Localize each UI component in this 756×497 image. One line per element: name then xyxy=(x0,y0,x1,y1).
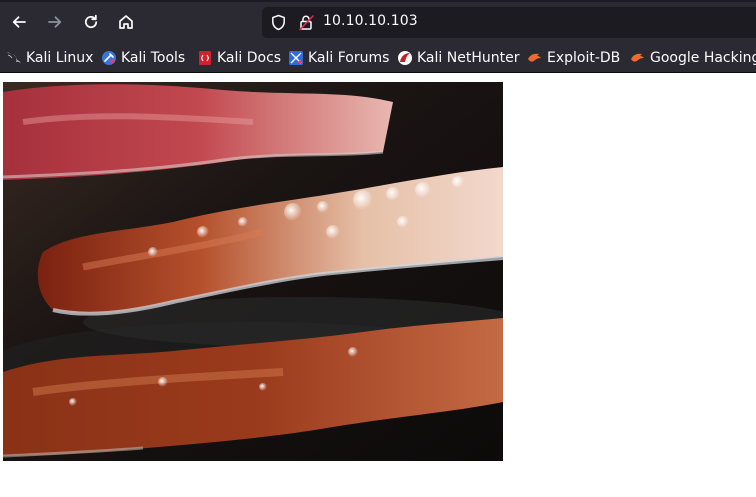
bookmark-label: Kali Forums xyxy=(308,49,390,66)
bookmark-label: Kali Linux xyxy=(26,49,94,66)
forward-button[interactable] xyxy=(42,9,68,35)
bookmark-kali-forums[interactable]: Kali Forums xyxy=(288,48,389,67)
home-icon xyxy=(119,15,133,29)
bookmark-label: Kali NetHunter xyxy=(417,49,520,66)
home-button[interactable] xyxy=(113,9,139,35)
kali-tools-icon xyxy=(102,50,116,65)
reload-button[interactable] xyxy=(78,9,104,35)
url-text[interactable]: 10.10.10.103 xyxy=(323,13,418,29)
kali-docs-icon xyxy=(199,50,211,65)
bookmark-label: Kali Tools xyxy=(121,49,186,66)
back-button[interactable] xyxy=(6,9,32,35)
bookmark-kali-nethunter[interactable]: Kali NetHunter xyxy=(397,48,519,67)
bookmark-google-hacking[interactable]: Google Hacking xyxy=(630,48,756,67)
exploit-db-icon xyxy=(528,53,541,62)
arrow-left-icon xyxy=(12,16,26,28)
insecure-lock-icon[interactable] xyxy=(298,14,315,31)
bookmark-exploit-db[interactable]: Exploit-DB xyxy=(527,48,620,67)
arrow-right-icon xyxy=(48,16,62,28)
kali-nethunter-icon xyxy=(398,50,412,65)
kali-forums-icon xyxy=(289,50,303,65)
reload-icon xyxy=(84,14,98,29)
bookmark-kali-linux[interactable]: Kali Linux xyxy=(6,48,93,67)
bookmark-kali-tools[interactable]: Kali Tools xyxy=(101,48,185,67)
google-hacking-icon xyxy=(631,53,644,62)
shield-icon[interactable] xyxy=(270,14,287,31)
bookmark-kali-docs[interactable]: Kali Docs xyxy=(197,48,281,67)
bookmark-label: Kali Docs xyxy=(217,49,282,66)
bacon-photo xyxy=(3,82,503,461)
bookmark-label: Exploit-DB xyxy=(547,49,621,66)
bookmarks-toolbar: Kali Linux Kali Tools Kali Docs Kali For… xyxy=(0,42,756,73)
page-content xyxy=(0,73,756,497)
bookmark-label: Google Hacking xyxy=(650,49,756,66)
kali-dragon-icon xyxy=(7,52,21,64)
navigation-toolbar: 10.10.10.103 xyxy=(0,0,756,42)
bacon-photo-graphic xyxy=(3,82,503,461)
address-bar[interactable]: 10.10.10.103 xyxy=(262,7,756,38)
